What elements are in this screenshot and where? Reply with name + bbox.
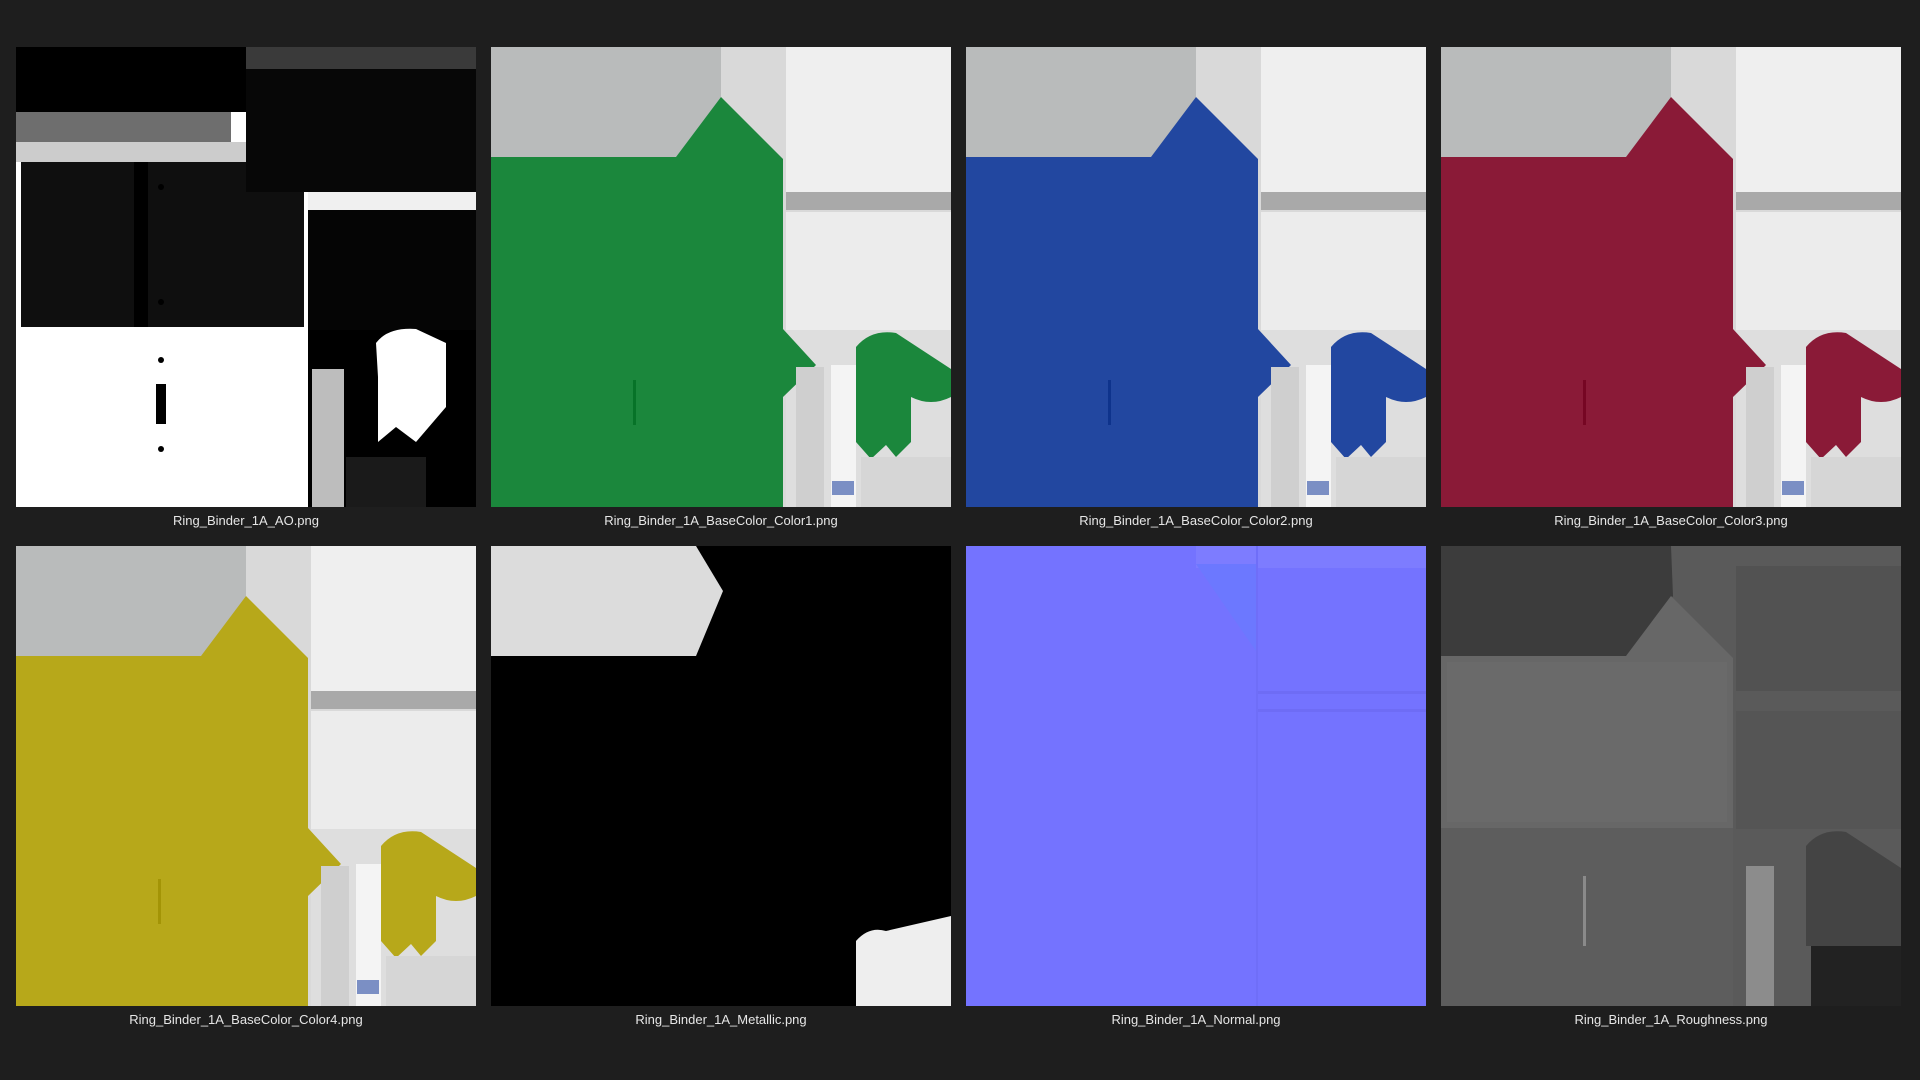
- thumbnail-filename: Ring_Binder_1A_BaseColor_Color2.png: [1079, 513, 1313, 528]
- thumbnail-ao[interactable]: Ring_Binder_1A_AO.png: [16, 47, 476, 546]
- thumbnail-filename: Ring_Binder_1A_BaseColor_Color1.png: [604, 513, 838, 528]
- thumbnail-basecolor-color3[interactable]: Ring_Binder_1A_BaseColor_Color3.png: [1441, 47, 1901, 546]
- thumbnail-basecolor-color4[interactable]: Ring_Binder_1A_BaseColor_Color4.png: [16, 546, 476, 1045]
- thumbnail-filename: Ring_Binder_1A_BaseColor_Color4.png: [129, 1012, 363, 1027]
- thumbnail-roughness[interactable]: Ring_Binder_1A_Roughness.png: [1441, 546, 1901, 1045]
- thumbnail-filename: Ring_Binder_1A_Normal.png: [1111, 1012, 1281, 1027]
- texture-preview-roughness: [1441, 546, 1901, 1006]
- thumbnail-normal[interactable]: Ring_Binder_1A_Normal.png: [966, 546, 1426, 1045]
- texture-preview-basecolor-color2: [966, 47, 1426, 507]
- thumbnail-filename: Ring_Binder_1A_AO.png: [173, 513, 319, 528]
- image-viewer: Ring_Binder_1A_AO.png Ring_Binder_1A_Bas…: [0, 0, 1920, 1080]
- texture-preview-basecolor-color3: [1441, 47, 1901, 507]
- thumbnail-filename: Ring_Binder_1A_BaseColor_Color3.png: [1554, 513, 1788, 528]
- thumbnail-basecolor-color1[interactable]: Ring_Binder_1A_BaseColor_Color1.png: [491, 47, 951, 546]
- thumbnail-basecolor-color2[interactable]: Ring_Binder_1A_BaseColor_Color2.png: [966, 47, 1426, 546]
- thumbnail-grid: Ring_Binder_1A_AO.png Ring_Binder_1A_Bas…: [16, 47, 1901, 1045]
- thumbnail-metallic[interactable]: Ring_Binder_1A_Metallic.png: [491, 546, 951, 1045]
- thumbnail-filename: Ring_Binder_1A_Roughness.png: [1574, 1012, 1768, 1027]
- thumbnail-filename: Ring_Binder_1A_Metallic.png: [635, 1012, 807, 1027]
- texture-preview-metallic: [491, 546, 951, 1006]
- texture-preview-normal: [966, 546, 1426, 1006]
- texture-preview-basecolor-color4: [16, 546, 476, 1006]
- texture-preview-basecolor-color1: [491, 47, 951, 507]
- texture-preview-ao: [16, 47, 476, 507]
